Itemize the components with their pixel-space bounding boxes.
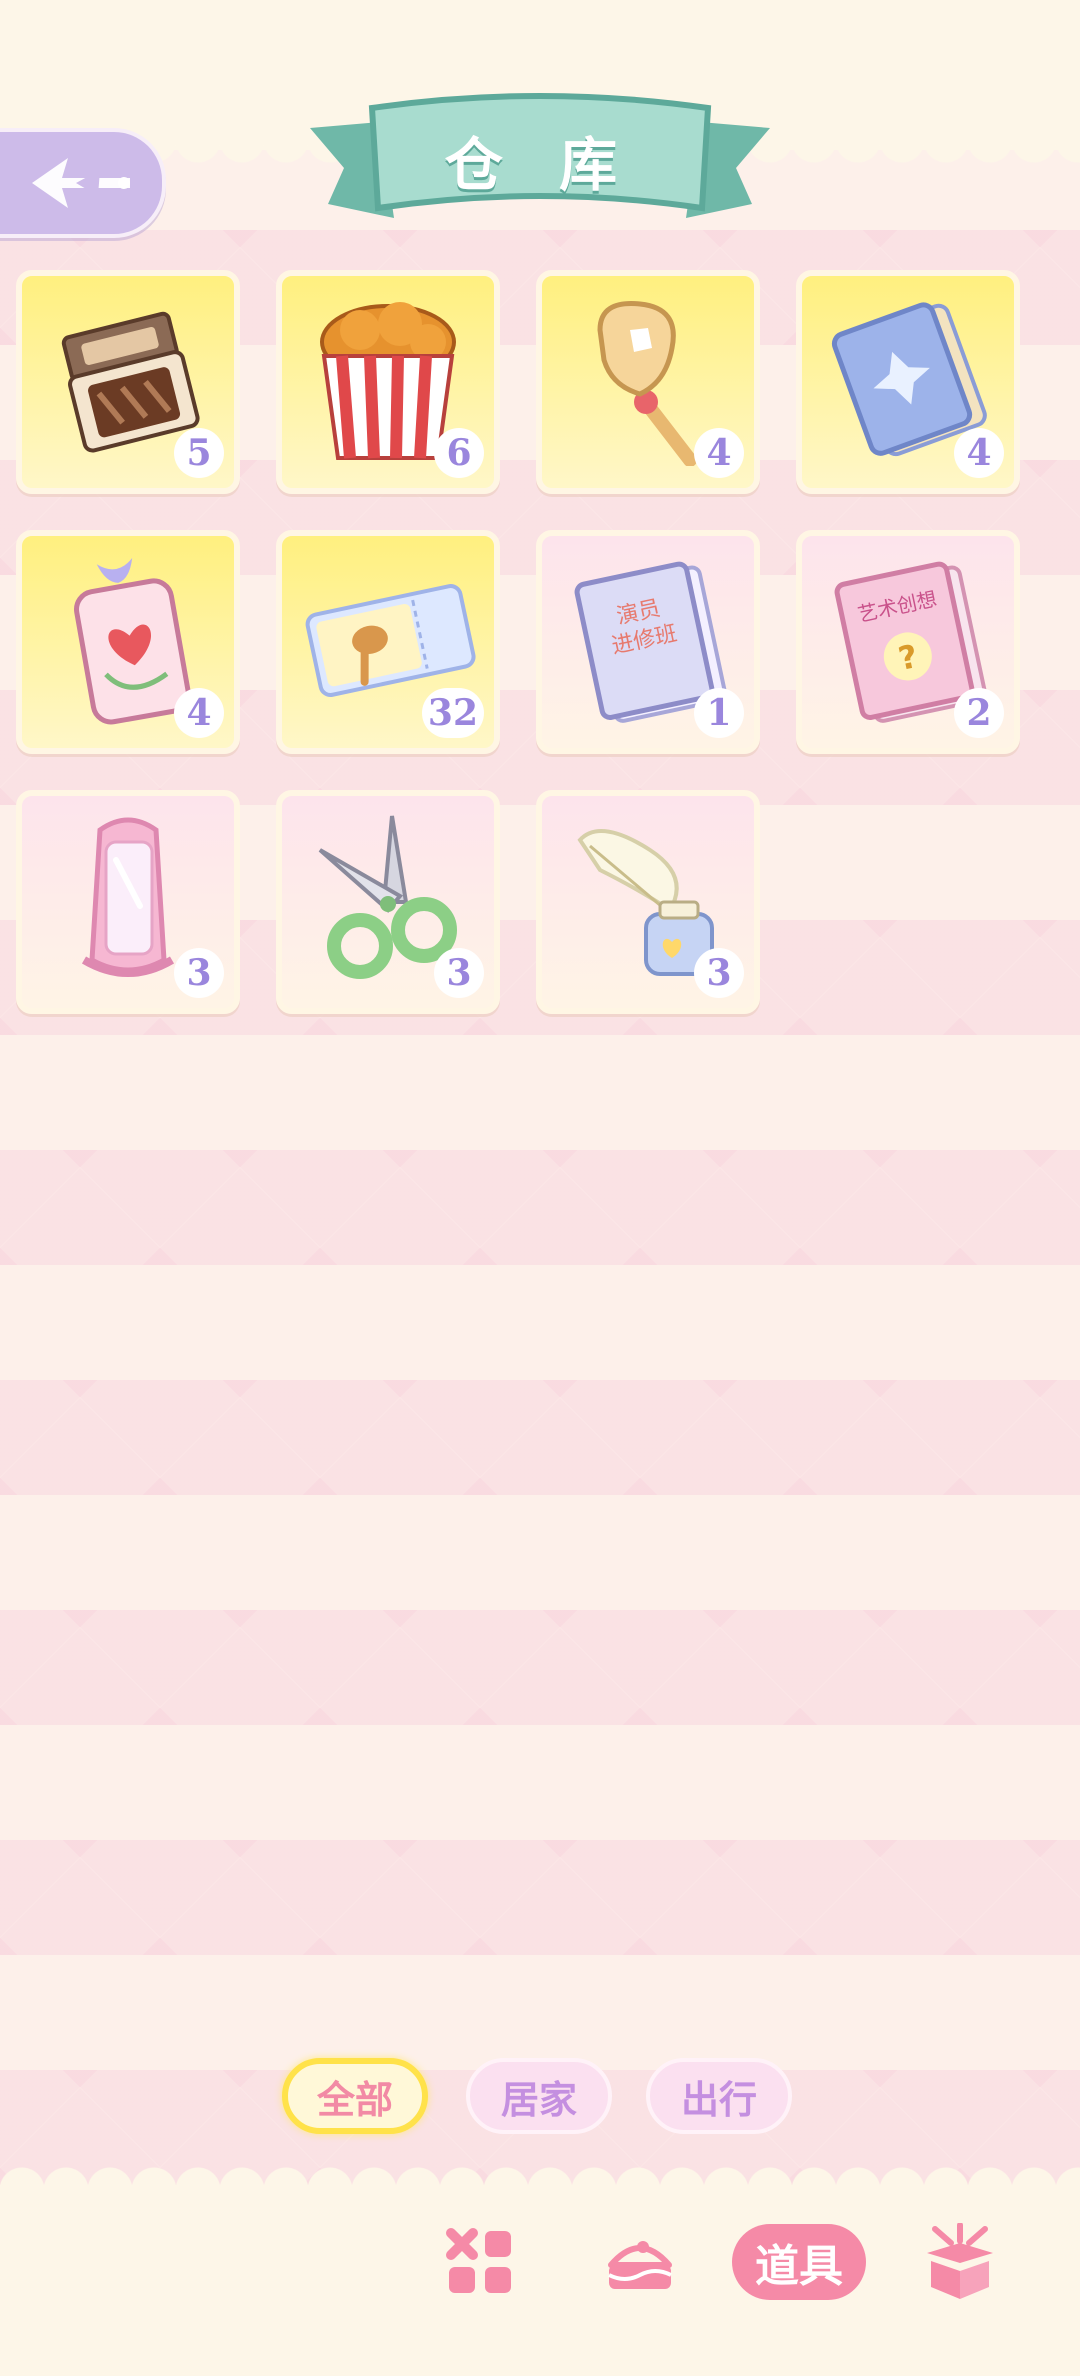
inventory-slot[interactable]: 32 bbox=[276, 530, 500, 754]
inventory-slot[interactable]: 3 bbox=[536, 790, 760, 1014]
grid-icon bbox=[446, 2228, 511, 2293]
inventory-slot[interactable]: 艺术创想 ? 2 bbox=[796, 530, 1020, 754]
inventory-slot[interactable]: 4 bbox=[796, 270, 1020, 494]
nav-items-button[interactable]: 道具 bbox=[732, 2222, 866, 2302]
bottom-nav-bar bbox=[0, 2185, 1080, 2376]
item-count-badge: 4 bbox=[954, 428, 1004, 478]
inventory-slot[interactable]: 5 bbox=[16, 270, 240, 494]
item-count-badge: 6 bbox=[434, 428, 484, 478]
item-count-badge: 3 bbox=[174, 948, 224, 998]
inventory-slot[interactable]: 4 bbox=[16, 530, 240, 754]
item-count-badge: 4 bbox=[694, 428, 744, 478]
item-count-badge: 4 bbox=[174, 688, 224, 738]
back-arrow-icon bbox=[32, 158, 130, 208]
item-count-badge: 2 bbox=[954, 688, 1004, 738]
filter-tabs: 全部 居家 出行 bbox=[282, 2058, 802, 2138]
tab-all[interactable]: 全部 bbox=[282, 2058, 428, 2134]
back-button[interactable] bbox=[0, 128, 166, 238]
inventory-slot[interactable]: 3 bbox=[16, 790, 240, 1014]
inventory-slot[interactable]: 6 bbox=[276, 270, 500, 494]
title-banner: 仓 库 bbox=[310, 88, 770, 238]
inventory-grid: 5 6 4 4 4 32 演员 进修班 1 艺术创想 ? 2 3 3 3 bbox=[16, 270, 1026, 1030]
nav-items-label: 道具 bbox=[732, 2224, 866, 2300]
item-count-badge: 1 bbox=[694, 688, 744, 738]
item-count-badge: 3 bbox=[694, 948, 744, 998]
page-title: 仓 库 bbox=[444, 131, 636, 199]
item-count-badge: 32 bbox=[421, 688, 484, 738]
tab-home[interactable]: 居家 bbox=[466, 2058, 612, 2134]
tab-outing[interactable]: 出行 bbox=[646, 2058, 792, 2134]
inventory-slot[interactable]: 4 bbox=[536, 270, 760, 494]
nav-cake-button[interactable] bbox=[600, 2222, 680, 2302]
nav-grid-button[interactable] bbox=[440, 2222, 520, 2302]
inventory-slot[interactable]: 3 bbox=[276, 790, 500, 1014]
inventory-slot[interactable]: 演员 进修班 1 bbox=[536, 530, 760, 754]
item-count-badge: 5 bbox=[174, 428, 224, 478]
item-count-badge: 3 bbox=[434, 948, 484, 998]
cake-icon bbox=[608, 2241, 672, 2289]
gift-box-icon bbox=[927, 2223, 993, 2299]
nav-gift-button[interactable] bbox=[920, 2222, 1000, 2302]
